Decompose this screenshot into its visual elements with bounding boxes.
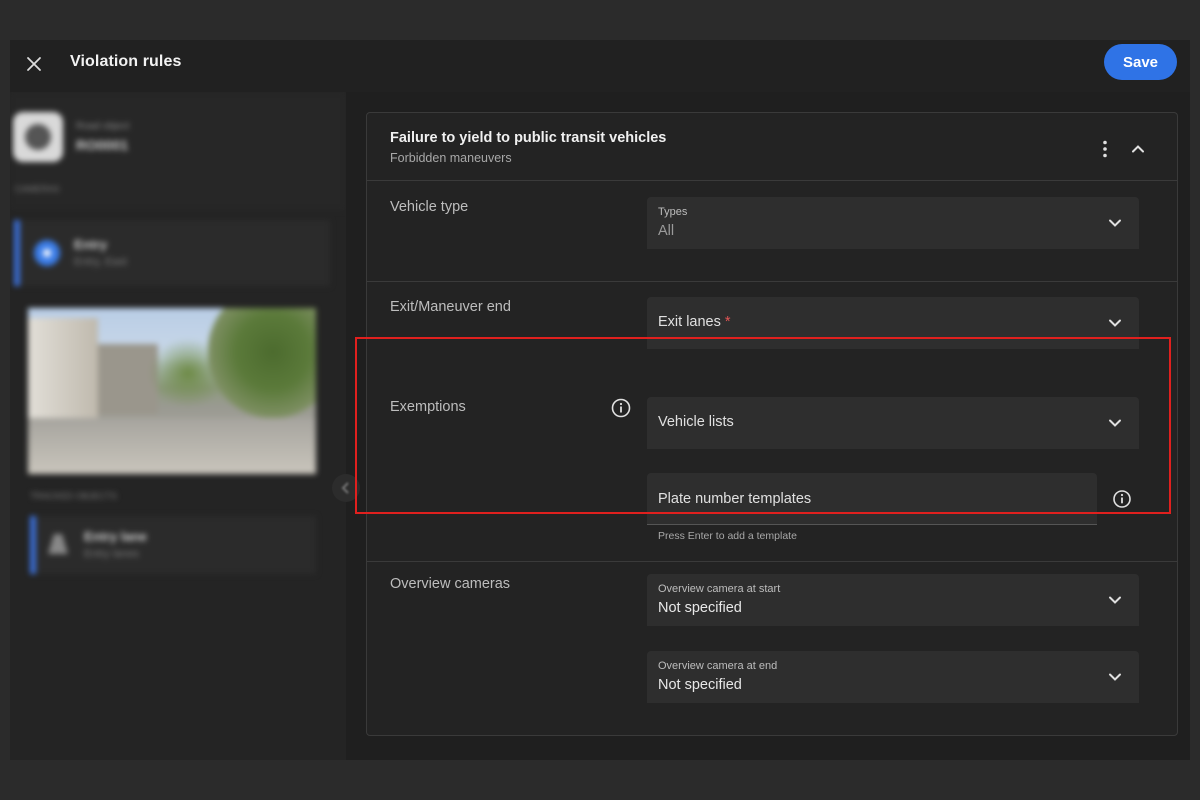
violation-rules-dialog: Violation rules Save Road object RO0001 …	[10, 40, 1190, 760]
row-divider	[367, 281, 1177, 282]
rule-subtitle: Forbidden maneuvers	[390, 151, 512, 165]
preview-tree	[208, 308, 316, 418]
overview-camera-end-select[interactable]: Overview camera at end Not specified	[647, 651, 1139, 703]
sidebar-toggle-button[interactable]	[332, 474, 360, 502]
exemptions-label: Exemptions	[390, 399, 466, 415]
lane-title: Entry lane	[84, 529, 147, 544]
lane-subtitle: Entry lanes	[84, 548, 140, 560]
rule-card-header: Failure to yield to public transit vehic…	[367, 113, 1177, 181]
preview-road	[28, 418, 316, 474]
road-object-icon	[13, 112, 63, 162]
overview-cameras-label: Overview cameras	[390, 576, 511, 592]
collapse-rule-button[interactable]	[1126, 137, 1150, 161]
vehicle-lists-select[interactable]: Vehicle lists	[647, 397, 1139, 449]
required-mark: *	[724, 314, 731, 330]
dropdown-arrow	[1103, 311, 1127, 335]
road-object-caption: Road object	[76, 121, 130, 132]
dropdown-arrow	[1103, 211, 1127, 235]
vehicle-type-field-label: Types	[658, 206, 688, 218]
camera-preview-image	[28, 308, 316, 474]
sidebar-blurred-content: Road object RO0001 CAMERAS Entry Entry, …	[10, 92, 346, 760]
vehicle-type-value: All	[658, 223, 675, 239]
overview-camera-end-value: Not specified	[658, 677, 742, 693]
road-object-header: Road object RO0001 CAMERAS	[10, 92, 346, 210]
info-icon	[611, 398, 631, 418]
chevron-up-icon	[1132, 145, 1144, 153]
exit-lanes-select[interactable]: Exit lanes *	[647, 297, 1139, 349]
save-button[interactable]: Save	[1104, 44, 1177, 80]
tracked-objects-section-label: TRACKED OBJECTS	[30, 491, 118, 501]
camera-title: Entry	[74, 237, 108, 252]
overview-camera-start-select[interactable]: Overview camera at start Not specified	[647, 574, 1139, 626]
exemptions-info-button[interactable]	[610, 397, 632, 419]
plate-templates-helper-text: Press Enter to add a template	[658, 530, 797, 542]
top-bar: Violation rules Save	[10, 40, 1190, 92]
vehicle-type-select[interactable]: Types All	[647, 197, 1139, 249]
camera-icon	[34, 240, 60, 266]
chevron-down-icon	[1109, 673, 1121, 681]
dropdown-arrow	[1103, 665, 1127, 689]
chevron-down-icon	[1109, 596, 1121, 604]
close-button[interactable]	[22, 52, 46, 76]
more-vert-icon	[1103, 140, 1107, 158]
vehicle-lists-placeholder: Vehicle lists	[658, 414, 734, 430]
cameras-section-label: CAMERAS	[15, 184, 60, 194]
rule-title: Failure to yield to public transit vehic…	[390, 130, 667, 146]
lane-icon	[48, 534, 68, 554]
lane-list-item[interactable]: Entry lane Entry lanes	[30, 516, 316, 574]
exit-lanes-placeholder: Exit lanes *	[658, 314, 731, 330]
road-object-sidebar: Road object RO0001 CAMERAS Entry Entry, …	[10, 92, 346, 760]
overview-camera-end-label: Overview camera at end	[658, 660, 778, 672]
chevron-down-icon	[1109, 419, 1121, 427]
info-icon	[1113, 490, 1131, 508]
dropdown-arrow	[1103, 411, 1127, 435]
exit-label: Exit/Maneuver end	[390, 299, 511, 315]
plate-templates-info-button[interactable]	[1111, 488, 1133, 510]
page-title: Violation rules	[70, 53, 182, 70]
dropdown-arrow	[1103, 588, 1127, 612]
row-divider	[367, 561, 1177, 562]
chevron-down-icon	[1109, 319, 1121, 327]
preview-building	[28, 318, 98, 418]
more-options-button[interactable]	[1093, 137, 1117, 161]
rule-card: Failure to yield to public transit vehic…	[366, 112, 1178, 736]
road-object-id: RO0001	[76, 137, 129, 153]
vehicle-type-label: Vehicle type	[390, 199, 469, 215]
chevron-left-icon	[341, 482, 349, 494]
overview-camera-start-label: Overview camera at start	[658, 583, 781, 595]
exit-lanes-text: Exit lanes	[658, 314, 721, 330]
plate-number-templates-input[interactable]	[647, 473, 1097, 525]
camera-list-item[interactable]: Entry Entry, East	[14, 220, 330, 286]
camera-subtitle: Entry, East	[74, 256, 127, 268]
chevron-down-icon	[1109, 219, 1121, 227]
overview-camera-start-value: Not specified	[658, 600, 742, 616]
close-icon	[27, 57, 41, 71]
